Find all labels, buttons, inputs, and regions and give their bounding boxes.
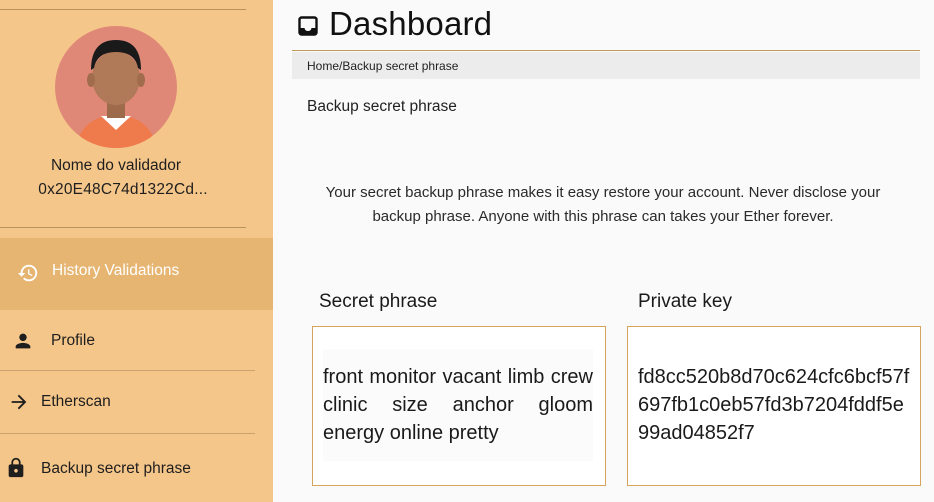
- info-text: Your secret backup phrase makes it easy …: [325, 184, 881, 225]
- sidebar-profile-divider: [0, 227, 246, 228]
- user-address: 0x20E48C74d1322Cd...: [38, 181, 208, 198]
- arrow-right-icon: [8, 391, 30, 413]
- private-key-box[interactable]: fd8cc520b8d70c624cfc6bcf57f697fb1c0eb57f…: [627, 326, 921, 486]
- person-icon: [12, 330, 34, 352]
- sidebar-item-profile[interactable]: Profile: [0, 310, 273, 370]
- secret-phrase-text[interactable]: front monitor vacant limb crew clinic si…: [323, 363, 593, 447]
- breadcrumb[interactable]: Home/Backup secret phrase: [307, 59, 458, 73]
- sidebar-item-label: Profile: [51, 332, 95, 349]
- history-icon: [17, 262, 39, 284]
- sidebar-item-label: Etherscan: [41, 393, 111, 410]
- secret-phrase-panel: front monitor vacant limb crew clinic si…: [323, 349, 593, 461]
- user-name: Nome do validador: [50, 157, 182, 174]
- breadcrumb-bar: Home/Backup secret phrase: [292, 52, 920, 79]
- sidebar-item-label: History Validations: [52, 262, 180, 279]
- sidebar-top-divider: [0, 9, 246, 10]
- sidebar-item-backup-secret-phrase[interactable]: Backup secret phrase: [0, 434, 273, 502]
- page-header: Dashboard: [298, 2, 492, 46]
- sidebar-item-label: Backup secret phrase: [41, 460, 191, 477]
- private-key-text[interactable]: fd8cc520b8d70c624cfc6bcf57f697fb1c0eb57f…: [638, 363, 914, 447]
- section-heading: Backup secret phrase: [307, 98, 457, 115]
- sidebar-item-history-validations[interactable]: History Validations: [0, 238, 273, 310]
- inbox-icon: [298, 16, 318, 36]
- sidebar: Nome do validador 0x20E48C74d1322Cd... H…: [0, 0, 273, 502]
- avatar: [55, 26, 177, 148]
- sidebar-item-etherscan[interactable]: Etherscan: [0, 371, 273, 433]
- secret-phrase-box[interactable]: front monitor vacant limb crew clinic si…: [312, 326, 606, 486]
- header-divider: [292, 50, 920, 51]
- page-title: Dashboard: [329, 5, 493, 42]
- private-key-label: Private key: [638, 291, 732, 312]
- lock-icon: [5, 457, 27, 479]
- secret-phrase-label: Secret phrase: [319, 291, 438, 312]
